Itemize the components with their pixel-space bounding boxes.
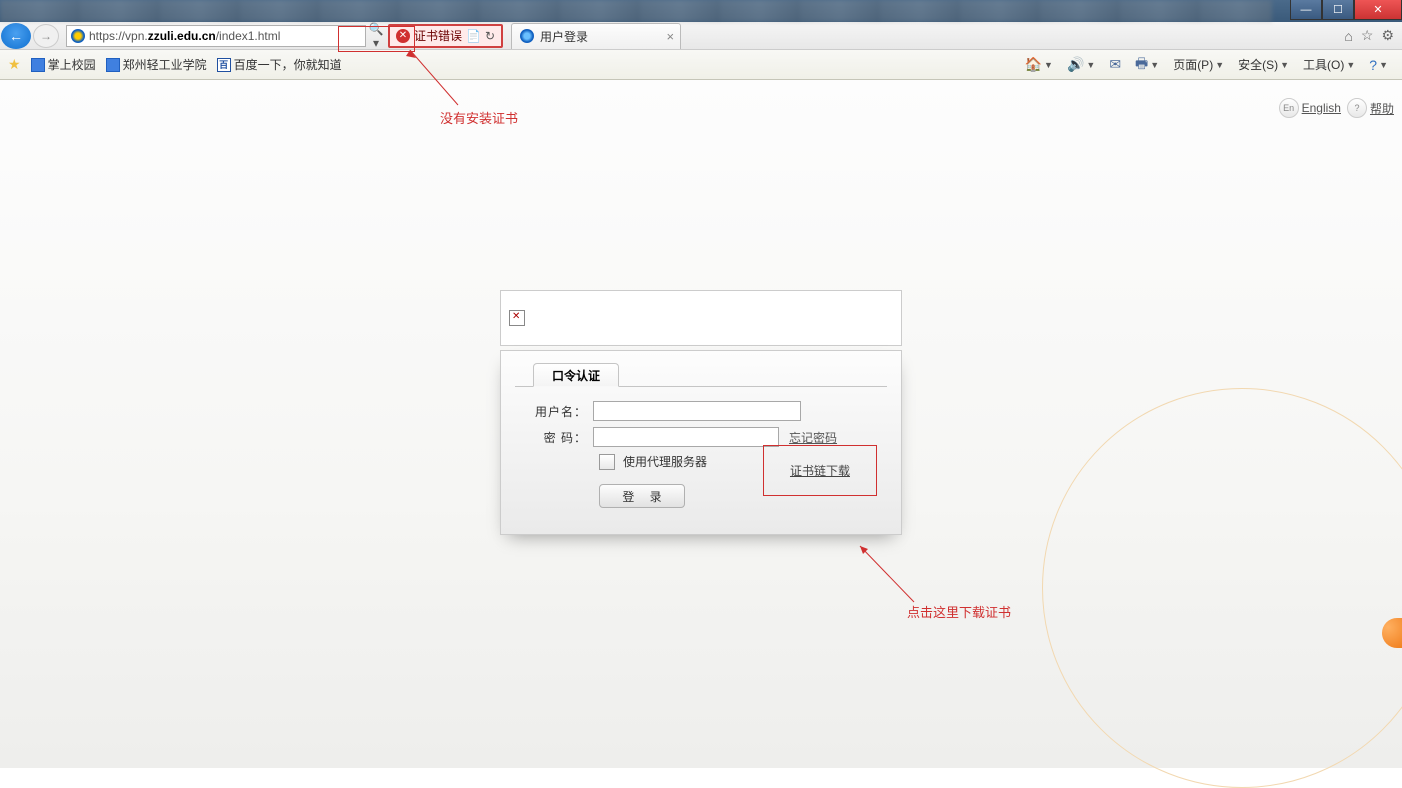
chevron-down-icon: ▼ xyxy=(1086,60,1095,70)
add-favorite-icon[interactable]: ★ xyxy=(8,56,21,73)
window-minimize-button[interactable]: — xyxy=(1290,0,1322,20)
print-icon: 🖶 xyxy=(1135,53,1148,77)
url-text: https://vpn.zzuli.edu.cn/index1.html xyxy=(89,29,361,43)
chevron-down-icon: ▼ xyxy=(1346,60,1355,70)
username-input[interactable] xyxy=(593,401,801,421)
tab-title: 用户登录 xyxy=(540,28,588,45)
username-row: 用户名： xyxy=(535,401,887,421)
tb-tools-menu[interactable]: 工具(O)▼ xyxy=(1297,54,1361,75)
chevron-down-icon: ▼ xyxy=(1044,60,1053,70)
lang-english-link[interactable]: En English xyxy=(1279,98,1341,118)
window-controls: — ☐ ✕ xyxy=(1290,0,1402,20)
home-icon: 🏠 xyxy=(1025,56,1042,73)
help-circle-icon: ? xyxy=(1347,98,1367,118)
username-label: 用户名： xyxy=(535,403,593,420)
proxy-checkbox[interactable] xyxy=(599,454,615,470)
favorite-label: 掌上校园 xyxy=(48,56,96,73)
tb-safety-menu[interactable]: 安全(S)▼ xyxy=(1232,54,1295,75)
nav-back-button[interactable]: ← xyxy=(1,23,31,49)
favorite-label: 百度一下，你就知道 xyxy=(234,56,342,73)
tb-mail-button[interactable]: ✉ xyxy=(1103,54,1127,75)
favorites-star-icon[interactable]: ☆ xyxy=(1361,27,1374,44)
tb-page-menu[interactable]: 页面(P)▼ xyxy=(1167,54,1230,75)
tb-home-button[interactable]: 🏠▼ xyxy=(1019,54,1059,75)
address-box[interactable]: https://vpn.zzuli.edu.cn/index1.html xyxy=(66,25,366,47)
annotation-click-here-text: 点击这里下载证书 xyxy=(907,602,1011,621)
refresh-icon[interactable]: ↻ xyxy=(485,29,495,43)
password-input[interactable] xyxy=(593,427,779,447)
login-button[interactable]: 登 录 xyxy=(599,484,685,508)
annotation-no-cert-text: 没有安装证书 xyxy=(440,108,518,127)
nav-forward-button[interactable]: → xyxy=(33,24,59,48)
tb-help-button[interactable]: ?▼ xyxy=(1363,55,1394,75)
lang-en-icon: En xyxy=(1279,98,1299,118)
chevron-down-icon: ▼ xyxy=(1215,60,1224,70)
menu-label: 页面(P) xyxy=(1173,56,1213,73)
search-dropdown-icon[interactable]: 🔍▾ xyxy=(366,22,386,50)
certificate-error-indicator[interactable]: ✕ 证书错误 📄 ↻ xyxy=(388,24,503,48)
menu-label: 工具(O) xyxy=(1303,56,1344,73)
annotation-arrow-2 xyxy=(856,542,936,622)
favorite-link-2[interactable]: 郑州轻工业学院 xyxy=(106,56,207,73)
help-label: 帮助 xyxy=(1370,100,1394,117)
rss-icon: 🔊 xyxy=(1067,56,1084,73)
window-maximize-button[interactable]: ☐ xyxy=(1322,0,1354,20)
favorite-link-1[interactable]: 掌上校园 xyxy=(31,56,96,73)
lang-en-label: English xyxy=(1302,101,1341,115)
proxy-label: 使用代理服务器 xyxy=(623,453,707,470)
url-prefix: https://vpn. xyxy=(89,29,148,43)
chevron-down-icon: ▼ xyxy=(1150,60,1159,70)
titlebar-blur xyxy=(0,0,1272,22)
address-bar-row: ← → https://vpn.zzuli.edu.cn/index1.html… xyxy=(0,22,1402,50)
chevron-down-icon: ▼ xyxy=(1379,60,1388,70)
help-link[interactable]: ? 帮助 xyxy=(1347,98,1394,118)
home-icon[interactable]: ⌂ xyxy=(1344,28,1352,44)
broken-image-icon xyxy=(509,310,525,326)
page-content: En English ? 帮助 口令认证 用户名： 密 码： 忘记密码 xyxy=(0,80,1402,768)
favicon-icon xyxy=(106,58,120,72)
language-bar: En English ? 帮助 xyxy=(1279,98,1394,118)
chevron-down-icon: ▼ xyxy=(1280,60,1289,70)
favorite-label: 郑州轻工业学院 xyxy=(123,56,207,73)
addr-right-controls: ⌂ ☆ ⚙ xyxy=(1344,27,1402,44)
browser-tab[interactable]: 用户登录 × xyxy=(511,23,681,49)
help-icon: ? xyxy=(1369,57,1377,73)
tab-favicon-icon xyxy=(520,29,534,43)
window-titlebar: — ☐ ✕ xyxy=(0,0,1402,22)
settings-gear-icon[interactable]: ⚙ xyxy=(1381,27,1394,44)
tab-close-icon[interactable]: × xyxy=(666,29,674,44)
tb-feeds-button[interactable]: 🔊▼ xyxy=(1061,54,1101,75)
favorite-link-3[interactable]: 百 百度一下，你就知道 xyxy=(217,56,342,73)
favicon-baidu-icon: 百 xyxy=(217,58,231,72)
tab-strip: 用户登录 × xyxy=(511,22,681,50)
decorative-curve xyxy=(1042,388,1402,788)
url-host: zzuli.edu.cn xyxy=(148,29,216,43)
cert-chain-download-link[interactable]: 证书链下载 xyxy=(790,464,850,478)
tab-password-auth[interactable]: 口令认证 xyxy=(533,363,619,387)
favorites-bar: ★ 掌上校园 郑州轻工业学院 百 百度一下，你就知道 🏠▼ 🔊▼ ✉ 🖶▼ 页面… xyxy=(0,50,1402,80)
url-path: /index1.html xyxy=(216,29,281,43)
site-favicon-icon xyxy=(71,29,85,43)
favorites-left: ★ 掌上校园 郑州轻工业学院 百 百度一下，你就知道 xyxy=(8,56,342,73)
login-tabs: 口令认证 xyxy=(515,363,887,387)
logo-box xyxy=(500,290,902,346)
login-panel: 口令认证 用户名： 密 码： 忘记密码 使用代理服务器 登 录 证书链下载 xyxy=(500,350,902,535)
command-bar: 🏠▼ 🔊▼ ✉ 🖶▼ 页面(P)▼ 安全(S)▼ 工具(O)▼ ?▼ xyxy=(1019,51,1394,79)
password-label: 密 码： xyxy=(535,429,593,446)
password-row: 密 码： 忘记密码 xyxy=(535,427,887,447)
forgot-password-link[interactable]: 忘记密码 xyxy=(789,429,837,446)
window-close-button[interactable]: ✕ xyxy=(1354,0,1402,20)
compat-view-icon[interactable]: 📄 xyxy=(466,29,481,43)
error-icon: ✕ xyxy=(396,29,410,43)
favicon-icon xyxy=(31,58,45,72)
mail-icon: ✉ xyxy=(1109,56,1121,73)
menu-label: 安全(S) xyxy=(1238,56,1278,73)
cert-error-text: 证书错误 xyxy=(414,27,462,44)
tb-print-button[interactable]: 🖶▼ xyxy=(1129,51,1165,79)
login-container: 口令认证 用户名： 密 码： 忘记密码 使用代理服务器 登 录 证书链下载 xyxy=(500,290,902,535)
cert-download-highlight: 证书链下载 xyxy=(763,445,877,496)
